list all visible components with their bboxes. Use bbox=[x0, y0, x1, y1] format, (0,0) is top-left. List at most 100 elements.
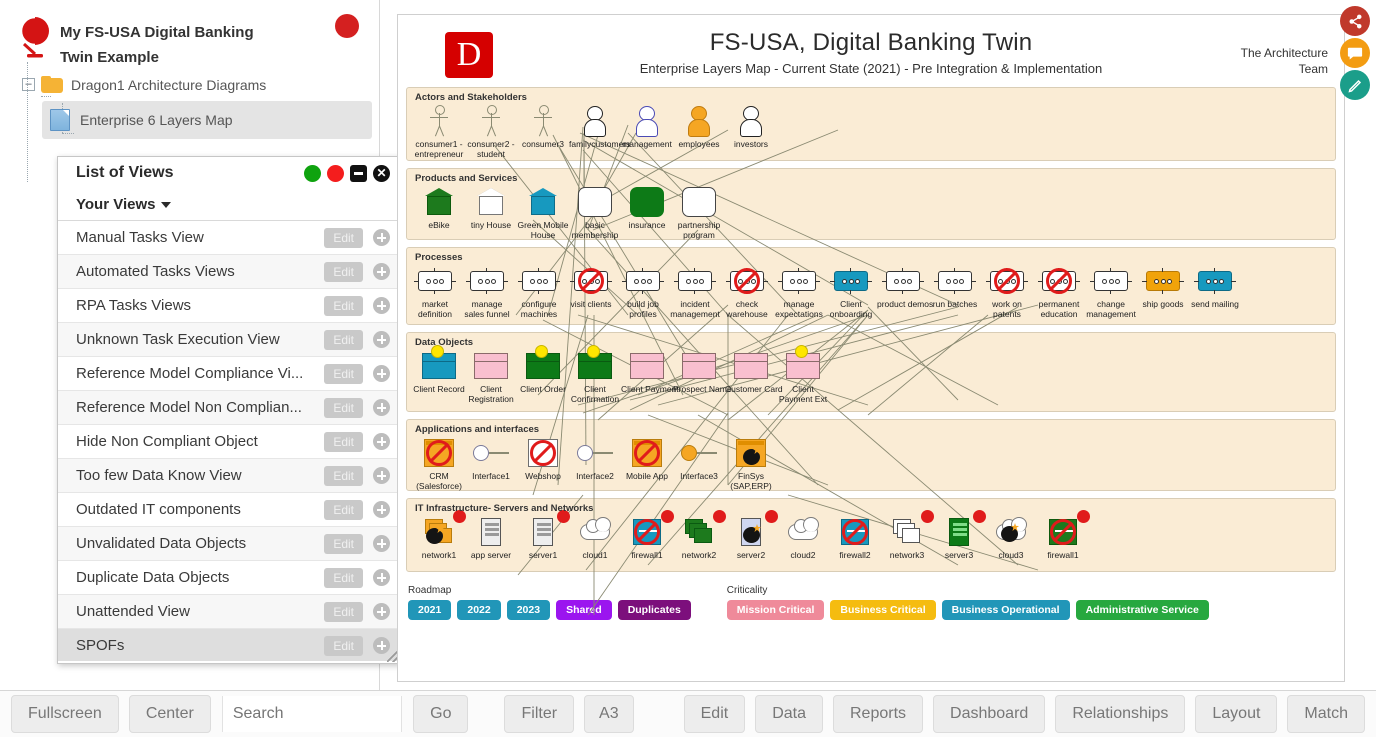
diagram-node[interactable]: eBike bbox=[413, 185, 465, 230]
diagram-node[interactable]: network3 bbox=[881, 510, 934, 560]
diagram-node[interactable]: Webshop bbox=[517, 436, 569, 481]
diagram-node[interactable]: Client Registration bbox=[465, 349, 517, 404]
chevron-down-icon[interactable] bbox=[161, 201, 172, 208]
filter-button[interactable]: Filter bbox=[504, 695, 575, 733]
diagram-node[interactable]: app server bbox=[465, 515, 517, 560]
view-add-button[interactable] bbox=[373, 433, 390, 450]
pencil-icon[interactable] bbox=[1340, 70, 1370, 100]
diagram-node[interactable]: consumer2 - student bbox=[465, 104, 517, 159]
diagram-node[interactable]: work on patents bbox=[981, 264, 1033, 319]
diagram-node[interactable]: manage expectations bbox=[773, 264, 825, 319]
view-list-item[interactable]: Duplicate Data Objects Edit bbox=[58, 561, 400, 595]
view-edit-button[interactable]: Edit bbox=[324, 397, 363, 418]
diagram-node[interactable]: server3 bbox=[933, 510, 986, 560]
view-add-button[interactable] bbox=[373, 501, 390, 518]
tree-item-folder[interactable]: – Dragon1 Architecture Diagrams bbox=[0, 70, 379, 99]
diagram-node[interactable]: investors bbox=[725, 104, 777, 149]
diagram-node[interactable]: change management bbox=[1085, 264, 1137, 319]
center-button[interactable]: Center bbox=[128, 695, 211, 733]
view-add-button[interactable] bbox=[373, 399, 390, 416]
relationships-button[interactable]: Relationships bbox=[1055, 695, 1186, 733]
diagram-node[interactable]: management bbox=[621, 104, 673, 149]
diagram-node[interactable]: Client Payment Ext bbox=[777, 345, 829, 404]
share-icon[interactable] bbox=[1340, 6, 1370, 36]
diagram-node[interactable]: Interface1 bbox=[465, 436, 517, 481]
diagram-node[interactable]: consumer1 - entrepreneur bbox=[413, 104, 465, 159]
diagram-node[interactable]: employees bbox=[673, 104, 725, 149]
view-add-button[interactable] bbox=[373, 229, 390, 246]
diagram-node[interactable]: run batches bbox=[929, 264, 981, 309]
view-edit-button[interactable]: Edit bbox=[324, 261, 363, 282]
legend-chip[interactable]: Mission Critical bbox=[726, 600, 825, 620]
reports-button[interactable]: Reports bbox=[833, 695, 924, 733]
match-button[interactable]: Match bbox=[1287, 695, 1365, 733]
layout-button[interactable]: Layout bbox=[1195, 695, 1278, 733]
view-edit-button[interactable]: Edit bbox=[324, 329, 363, 350]
diagram-node[interactable]: familycustomers bbox=[569, 104, 630, 149]
legend-chip[interactable]: Administrative Service bbox=[1075, 600, 1209, 620]
view-add-button[interactable] bbox=[373, 535, 390, 552]
diagram-node[interactable]: Client onboarding bbox=[825, 264, 877, 319]
diagram-node[interactable]: Interface2 bbox=[569, 436, 621, 481]
view-list-item[interactable]: Unattended View Edit bbox=[58, 595, 400, 629]
view-edit-button[interactable]: Edit bbox=[324, 499, 363, 520]
diagram-canvas[interactable]: D FS-USA, Digital Banking Twin Enterpris… bbox=[397, 14, 1345, 682]
diagram-node[interactable]: Client Order bbox=[517, 345, 569, 394]
view-edit-button[interactable]: Edit bbox=[324, 295, 363, 316]
tree-item-enterprise-6-layers-map[interactable]: Enterprise 6 Layers Map bbox=[42, 101, 372, 139]
view-list-item[interactable]: Hide Non Compliant Object Edit bbox=[58, 425, 400, 459]
view-edit-button[interactable]: Edit bbox=[324, 431, 363, 452]
diagram-node[interactable]: market definition bbox=[409, 264, 461, 319]
diagram-node[interactable]: consumer3 bbox=[517, 104, 569, 149]
diagram-node[interactable]: basic membership bbox=[569, 185, 621, 240]
diagram-node[interactable]: incident management bbox=[669, 264, 721, 319]
diagram-node[interactable]: Green Mobile House bbox=[517, 185, 569, 240]
diagram-node[interactable]: server1 bbox=[517, 510, 570, 560]
view-add-button[interactable] bbox=[373, 467, 390, 484]
diagram-node[interactable]: send mailing bbox=[1189, 264, 1241, 309]
diagram-node[interactable]: Prospect Name bbox=[673, 349, 732, 394]
view-add-button[interactable] bbox=[373, 603, 390, 620]
diagram-node[interactable]: firewall1 bbox=[1037, 510, 1090, 560]
diagram-node[interactable]: visit clients bbox=[565, 264, 617, 309]
view-add-button[interactable] bbox=[373, 297, 390, 314]
view-list-item[interactable]: Unvalidated Data Objects Edit bbox=[58, 527, 400, 561]
diagram-node[interactable]: insurance bbox=[621, 185, 673, 230]
minimize-icon[interactable] bbox=[350, 164, 367, 182]
data-button[interactable]: Data bbox=[755, 695, 823, 733]
diagram-node[interactable]: server2 bbox=[725, 510, 778, 560]
view-add-button[interactable] bbox=[373, 365, 390, 382]
diagram-node[interactable]: cloud3 bbox=[985, 515, 1037, 560]
diagram-node[interactable]: Client Payment bbox=[621, 349, 679, 394]
diagram-node[interactable]: Mobile App bbox=[621, 436, 673, 481]
view-edit-button[interactable]: Edit bbox=[324, 533, 363, 554]
view-list-item[interactable]: Too few Data Know View Edit bbox=[58, 459, 400, 493]
go-button[interactable]: Go bbox=[413, 695, 469, 733]
diagram-node[interactable]: ship goods bbox=[1137, 264, 1189, 309]
view-add-button[interactable] bbox=[373, 569, 390, 586]
diagram-node[interactable]: permanent education bbox=[1033, 264, 1085, 319]
close-icon[interactable]: ✕ bbox=[373, 164, 390, 182]
view-add-button[interactable] bbox=[373, 263, 390, 280]
diagram-node[interactable]: cloud1 bbox=[569, 515, 621, 560]
diagram-node[interactable]: configure machines bbox=[513, 264, 565, 319]
diagram-node[interactable]: firewall2 bbox=[829, 515, 881, 560]
view-list-item[interactable]: Reference Model Compliance Vi... Edit bbox=[58, 357, 400, 391]
view-list-item[interactable]: Unknown Task Execution View Edit bbox=[58, 323, 400, 357]
legend-chip[interactable]: 2023 bbox=[506, 600, 551, 620]
view-edit-button[interactable]: Edit bbox=[324, 465, 363, 486]
paper-size-button[interactable]: A3 bbox=[584, 695, 634, 733]
legend-chip[interactable]: Shared bbox=[556, 600, 612, 620]
diagram-node[interactable]: cloud2 bbox=[777, 515, 829, 560]
diagram-node[interactable]: partnership program bbox=[673, 185, 725, 240]
search-input[interactable] bbox=[221, 696, 403, 732]
view-list-item[interactable]: RPA Tasks Views Edit bbox=[58, 289, 400, 323]
diagram-node[interactable]: Interface3 bbox=[673, 436, 725, 481]
legend-chip[interactable]: 2022 bbox=[457, 600, 501, 620]
diagram-node[interactable]: CRM (Salesforce) bbox=[413, 436, 465, 491]
view-list-item[interactable]: Outdated IT components Edit bbox=[58, 493, 400, 527]
diagram-node[interactable]: firewall1 bbox=[621, 510, 674, 560]
chat-icon[interactable] bbox=[1340, 38, 1370, 68]
view-edit-button[interactable]: Edit bbox=[324, 567, 363, 588]
legend-chip[interactable]: Business Operational bbox=[941, 600, 1070, 620]
